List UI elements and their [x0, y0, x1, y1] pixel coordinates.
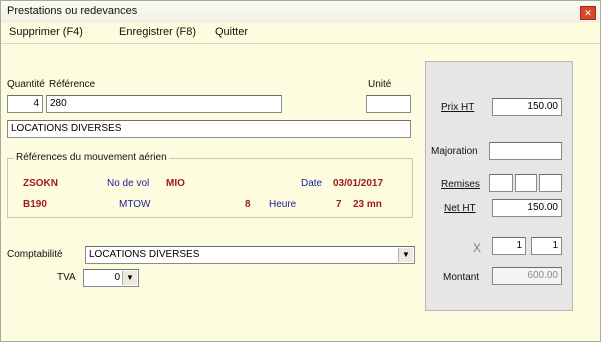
majoration-label: Majoration [431, 146, 478, 157]
menu-delete[interactable]: Supprimer (F4) [9, 26, 83, 38]
tva-label: TVA [57, 272, 76, 283]
unite-label: Unité [368, 79, 392, 90]
heure-hours: 7 [336, 199, 342, 210]
chevron-down-icon[interactable]: ▼ [398, 248, 413, 262]
unite-field[interactable] [366, 95, 411, 113]
movement-code2: B190 [23, 199, 47, 210]
compta-value: LOCATIONS DIVERSES [89, 249, 200, 260]
date-value: 03/01/2017 [333, 178, 384, 189]
remises-label: Remises [441, 179, 480, 190]
prix-ht-field[interactable]: 150.00 [492, 98, 562, 116]
tva-value: 0 [114, 272, 120, 283]
quantite-field[interactable]: 4 [7, 95, 43, 113]
reference-field[interactable]: 280 [46, 95, 282, 113]
menu-quit[interactable]: Quitter [215, 26, 248, 38]
net-ht-field[interactable]: 150.00 [492, 199, 562, 217]
remise-field-3[interactable] [539, 174, 562, 192]
menu-bar: Supprimer (F4) Enregistrer (F8) Quitter [1, 23, 600, 44]
montant-label: Montant [443, 272, 480, 283]
mtow-label: MTOW [119, 199, 151, 210]
description-field[interactable]: LOCATIONS DIVERSES [7, 120, 411, 138]
montant-field: 600.00 [492, 267, 562, 285]
title-bar: Prestations ou redevances ✕ [1, 1, 600, 24]
heure-minutes: 23 mn [353, 199, 382, 210]
multiply-symbol: X [473, 241, 482, 255]
vol-value: MIO [166, 178, 185, 189]
multiplier-a-field[interactable]: 1 [492, 237, 526, 255]
window-title: Prestations ou redevances [7, 5, 138, 17]
reference-label: Référence [49, 79, 96, 90]
menu-save[interactable]: Enregistrer (F8) [119, 26, 196, 38]
dialog-window: Prestations ou redevances ✕ Supprimer (F… [0, 0, 601, 342]
close-icon[interactable]: ✕ [580, 6, 596, 20]
compta-select[interactable]: LOCATIONS DIVERSES ▼ [85, 246, 415, 264]
majoration-field[interactable] [489, 142, 562, 160]
remise-field-2[interactable] [515, 174, 537, 192]
chevron-down-icon[interactable]: ▼ [122, 271, 137, 285]
movement-code1: ZSOKN [23, 178, 58, 189]
mtow-value: 8 [245, 199, 251, 210]
compta-label: Comptabilité [7, 249, 63, 260]
remise-field-1[interactable] [489, 174, 513, 192]
quantite-label: Quantité [7, 79, 45, 90]
heure-label: Heure [269, 199, 297, 210]
tva-select[interactable]: 0 ▼ [83, 269, 139, 287]
vol-label: No de vol [107, 178, 150, 189]
date-label: Date [301, 178, 323, 189]
prix-ht-label: Prix HT [441, 102, 475, 113]
net-ht-label: Net HT [444, 203, 476, 214]
movement-group-title: Références du mouvement aérien [14, 152, 169, 163]
multiplier-b-field[interactable]: 1 [531, 237, 562, 255]
